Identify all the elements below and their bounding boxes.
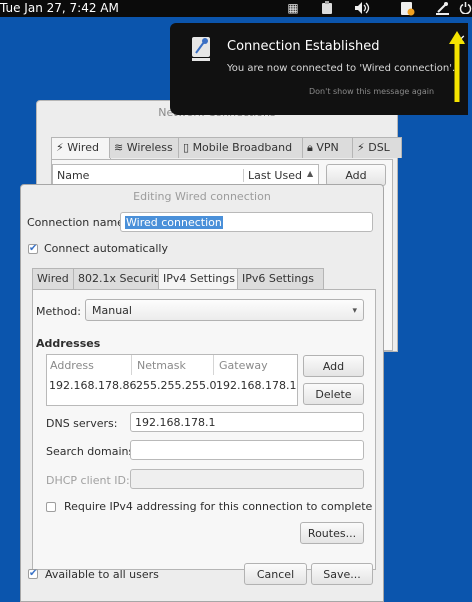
tab-mobile-broadband[interactable]: ▯ Mobile Broadband (178, 137, 304, 158)
available-to-all-users-label: Available to all users (45, 568, 159, 581)
gateway-cell[interactable]: 192.168.178.1 (216, 379, 296, 392)
delete-address-button[interactable]: Delete (303, 383, 364, 405)
require-ipv4-checkbox[interactable] (46, 502, 56, 512)
tab-ipv4-settings[interactable]: IPv4 Settings (158, 268, 238, 290)
clock[interactable]: Tue Jan 27, 7:42 AM (0, 1, 119, 15)
tab-label: Wired (67, 141, 99, 154)
addresses-heading: Addresses (36, 337, 101, 350)
routes-button[interactable]: Routes... (300, 522, 364, 544)
column-netmask[interactable]: Netmask (137, 359, 186, 372)
connect-automatically-checkbox[interactable]: ✔ (28, 244, 38, 254)
network-icon (190, 35, 214, 66)
notification-bubble[interactable]: Connection Established You are now conne… (170, 23, 468, 115)
clipboard-icon[interactable] (319, 1, 335, 16)
dhcp-client-id-input[interactable] (130, 469, 364, 489)
dns-servers-input[interactable]: 192.168.178.1 (130, 412, 364, 432)
grid-icon[interactable]: ▦ (285, 1, 301, 16)
mobile-icon: ▯ (183, 141, 190, 154)
network-icon[interactable] (434, 1, 450, 16)
dhcp-client-id-label: DHCP client ID: (46, 474, 130, 487)
column-name[interactable]: Name (57, 169, 89, 182)
selected-text: Wired connection (125, 216, 223, 229)
search-domains-input[interactable] (130, 440, 364, 460)
arrow-annotation (448, 30, 468, 108)
tab-ipv6-settings[interactable]: IPv6 Settings (237, 268, 324, 289)
column-gateway[interactable]: Gateway (219, 359, 268, 372)
chevron-down-icon: ▾ (352, 306, 357, 316)
require-ipv4-label: Require IPv4 addressing for this connect… (64, 500, 373, 513)
notification-body: You are now connected to 'Wired connecti… (227, 63, 456, 74)
dns-servers-label: DNS servers: (46, 417, 118, 430)
tab-label: Mobile Broadband (192, 141, 293, 154)
tab-wired[interactable]: ⚡ Wired (51, 137, 111, 159)
top-bar: Tue Jan 27, 7:42 AM ▦ (0, 0, 472, 17)
dismiss-link[interactable]: Don't show this message again (309, 87, 434, 96)
tab-label: VPN (316, 141, 339, 154)
cancel-button[interactable]: Cancel (244, 563, 307, 585)
dialog-title: Editing Wired connection (133, 190, 271, 203)
editing-connection-dialog: Editing Wired connection Connection name… (20, 184, 384, 602)
volume-icon[interactable] (354, 1, 370, 16)
network-icon: ⚡ (56, 141, 64, 154)
save-button[interactable]: Save... (311, 563, 373, 585)
column-divider (131, 355, 132, 375)
connection-name-label: Connection name: (27, 216, 128, 229)
dsl-icon: ⚡ (357, 141, 365, 154)
tab-vpn[interactable]: 🔒︎ VPN (302, 137, 355, 158)
notification-title: Connection Established (227, 39, 380, 54)
connect-automatically-label: Connect automatically (44, 242, 168, 255)
method-label: Method: (36, 305, 81, 318)
search-domains-label: Search domains: (46, 445, 138, 458)
add-address-button[interactable]: Add (303, 355, 364, 377)
address-cell[interactable]: 192.168.178.86 (49, 379, 136, 392)
tab-wireless[interactable]: ≋ Wireless (109, 137, 180, 158)
tab-label: Wireless (126, 141, 173, 154)
netmask-cell[interactable]: 255.255.255.0 (136, 379, 216, 392)
tab-8021x-security[interactable]: 802.1x Security (73, 268, 167, 289)
connection-name-input[interactable]: Wired connection (120, 212, 373, 232)
lock-icon: 🔒︎ (307, 141, 313, 154)
power-icon[interactable] (458, 1, 472, 16)
method-value: Manual (92, 304, 132, 317)
tab-label: DSL (368, 141, 390, 154)
ipv4-settings-panel: Method: Manual ▾ Addresses Address Netma… (32, 289, 376, 570)
column-address[interactable]: Address (50, 359, 94, 372)
add-connection-button[interactable]: Add (326, 164, 386, 186)
tab-dsl[interactable]: ⚡ DSL (352, 137, 402, 158)
wireless-icon: ≋ (114, 141, 124, 154)
sort-up-icon: ▲ (307, 169, 314, 178)
column-last-used[interactable]: Last Used (243, 169, 302, 182)
column-divider (213, 355, 214, 375)
method-select[interactable]: Manual ▾ (85, 299, 364, 321)
addresses-table[interactable]: Address Netmask Gateway 192.168.178.86 2… (46, 354, 298, 406)
available-to-all-users-checkbox[interactable]: ✔ (28, 569, 38, 579)
notification-icon[interactable] (399, 1, 415, 16)
